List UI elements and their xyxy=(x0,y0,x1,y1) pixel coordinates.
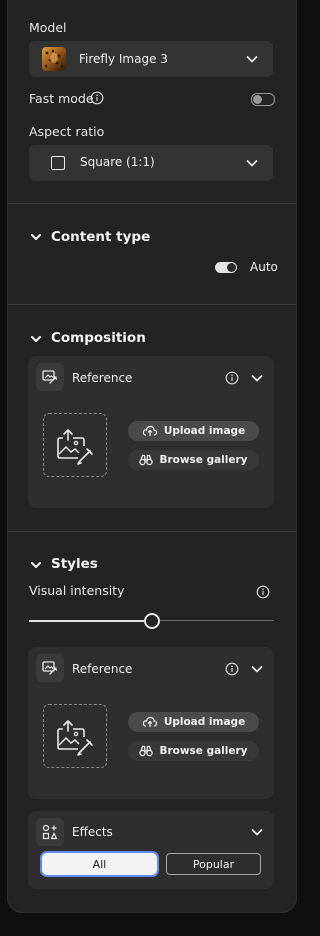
visual-intensity-slider[interactable] xyxy=(29,613,274,629)
composition-reference-panel: Reference Upload image Browse gallery xyxy=(28,356,274,508)
browse-gallery-button[interactable]: Browse gallery xyxy=(128,450,259,470)
section-divider xyxy=(8,203,296,204)
content-type-collapse-chevron-icon[interactable] xyxy=(29,230,43,244)
styles-title[interactable]: Styles xyxy=(51,556,98,572)
slider-thumb[interactable] xyxy=(144,613,160,629)
reference-image-icon xyxy=(36,363,64,391)
slider-track xyxy=(160,620,274,621)
styles-reference-panel: Reference Upload image Browse gallery xyxy=(28,647,274,799)
effects-tab-all[interactable]: All xyxy=(42,853,157,875)
reference-label: Reference xyxy=(72,662,133,676)
section-divider xyxy=(8,304,296,305)
effects-label: Effects xyxy=(72,825,113,839)
slider-track-filled xyxy=(29,620,144,622)
browse-gallery-label: Browse gallery xyxy=(159,454,248,466)
browse-gallery-label: Browse gallery xyxy=(159,745,248,757)
composition-title[interactable]: Composition xyxy=(51,330,146,346)
upload-image-label: Upload image xyxy=(163,716,246,728)
info-icon[interactable] xyxy=(225,371,239,385)
content-type-auto-toggle[interactable] xyxy=(215,262,237,273)
aspect-ratio-selected-text: Square (1:1) xyxy=(80,155,155,169)
info-icon[interactable] xyxy=(90,91,104,105)
chevron-down-icon xyxy=(245,52,259,66)
info-icon[interactable] xyxy=(256,585,270,599)
toggle-knob xyxy=(253,95,262,104)
model-dropdown[interactable]: Firefly Image 3 xyxy=(29,41,273,77)
upload-image-button[interactable]: Upload image xyxy=(128,421,259,441)
chevron-down-icon[interactable] xyxy=(250,825,264,839)
aspect-ratio-label: Aspect ratio xyxy=(29,124,105,139)
square-icon xyxy=(51,156,65,170)
cloud-upload-icon xyxy=(142,716,157,727)
image-dropzone[interactable] xyxy=(43,704,107,768)
image-dropzone[interactable] xyxy=(43,413,107,477)
reference-label: Reference xyxy=(72,371,133,385)
info-icon[interactable] xyxy=(225,662,239,676)
chevron-down-icon[interactable] xyxy=(250,371,264,385)
reference-image-icon xyxy=(36,654,64,682)
toggle-knob xyxy=(227,263,236,272)
upload-image-label: Upload image xyxy=(163,425,246,437)
binoculars-icon xyxy=(139,745,154,757)
aspect-ratio-dropdown[interactable]: Square (1:1) xyxy=(29,145,273,181)
auto-label: Auto xyxy=(250,260,278,274)
binoculars-icon xyxy=(139,454,154,466)
visual-intensity-label: Visual intensity xyxy=(29,583,125,598)
styles-collapse-chevron-icon[interactable] xyxy=(29,558,43,572)
cloud-upload-icon xyxy=(142,425,157,436)
chevron-down-icon[interactable] xyxy=(250,662,264,676)
composition-collapse-chevron-icon[interactable] xyxy=(29,332,43,346)
upload-image-button[interactable]: Upload image xyxy=(128,712,259,732)
upload-image-icon xyxy=(57,429,93,465)
effects-panel: Effects All Popular xyxy=(28,811,274,889)
fast-mode-label: Fast mode xyxy=(29,91,94,106)
model-label: Model xyxy=(29,20,67,35)
effects-icon xyxy=(36,818,64,846)
effects-tab-popular[interactable]: Popular xyxy=(166,853,261,875)
chevron-down-icon xyxy=(245,156,259,170)
section-divider xyxy=(8,531,296,532)
settings-panel: Model Firefly Image 3 Fast mode Aspect r… xyxy=(8,0,296,912)
model-selected-text: Firefly Image 3 xyxy=(79,52,168,66)
fast-mode-toggle[interactable] xyxy=(251,93,275,106)
content-type-title[interactable]: Content type xyxy=(51,229,150,245)
model-thumbnail-image xyxy=(42,47,66,71)
browse-gallery-button[interactable]: Browse gallery xyxy=(128,741,259,761)
upload-image-icon xyxy=(57,720,93,756)
